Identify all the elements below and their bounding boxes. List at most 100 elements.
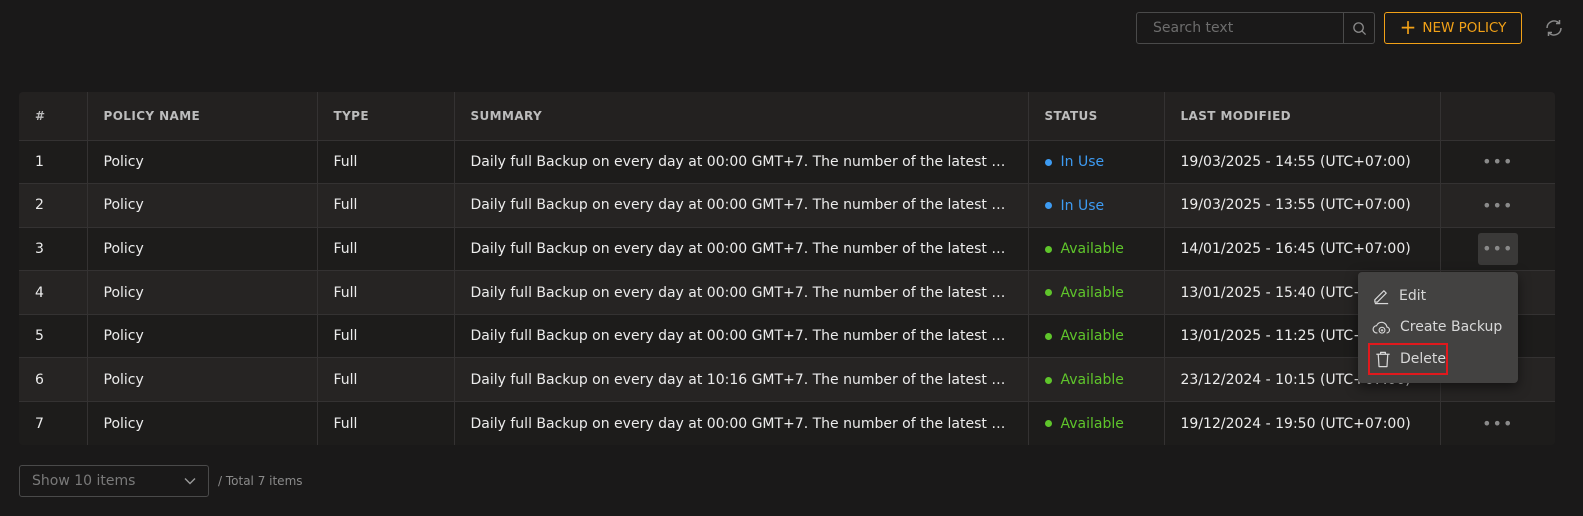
new-policy-label: NEW POLICY [1422, 20, 1507, 36]
cell-number: 6 [19, 357, 88, 403]
cell-summary: Daily full Backup on every day at 00:00 … [454, 401, 1029, 446]
menu-item-edit[interactable]: Edit [1358, 280, 1518, 312]
cell-policy-name: Policy [87, 140, 318, 185]
cell-last-modified: 19/03/2025 - 13:55 (UTC+07:00) [1164, 183, 1441, 228]
header-number: # [19, 92, 88, 141]
more-horizontal-icon: ••• [1482, 414, 1514, 434]
more-horizontal-icon: ••• [1482, 152, 1514, 172]
status-dot-icon [1044, 420, 1052, 428]
more-horizontal-icon: ••• [1482, 239, 1514, 259]
search-icon [1352, 21, 1366, 35]
cell-status: Available [1028, 227, 1165, 272]
table-row[interactable]: 5 Policy Full Daily full Backup on every… [19, 314, 1555, 359]
more-horizontal-icon: ••• [1482, 195, 1514, 215]
cell-status: Available [1028, 357, 1165, 403]
cell-number: 7 [19, 401, 88, 446]
cell-status: In Use [1028, 183, 1165, 228]
new-policy-button[interactable]: + NEW POLICY [1384, 12, 1522, 44]
more-actions-button[interactable]: ••• [1478, 146, 1518, 178]
cell-actions: ••• [1440, 183, 1555, 228]
cell-type: Full [317, 183, 455, 228]
menu-item-delete-label: Delete [1400, 351, 1446, 367]
search-button[interactable] [1343, 13, 1374, 43]
refresh-button[interactable] [1541, 15, 1567, 41]
pencil-icon [1374, 290, 1389, 305]
search-box [1136, 12, 1375, 44]
menu-item-delete[interactable]: Delete [1368, 343, 1448, 375]
table-row[interactable]: 2 Policy Full Daily full Backup on every… [19, 183, 1555, 228]
table-header-row: # POLICY NAME TYPE SUMMARY STATUS LAST M… [19, 92, 1555, 141]
status-label: In Use [1060, 197, 1105, 214]
trash-icon [1376, 351, 1390, 367]
pagination-footer: Show 10 items / Total 7 items [19, 465, 303, 497]
cell-type: Full [317, 357, 455, 403]
menu-item-edit-label: Edit [1399, 287, 1427, 304]
cell-last-modified: 19/12/2024 - 19:50 (UTC+07:00) [1164, 401, 1441, 446]
cell-last-modified: 19/03/2025 - 14:55 (UTC+07:00) [1164, 140, 1441, 185]
status-label: Available [1060, 284, 1124, 301]
cell-number: 5 [19, 314, 88, 359]
cell-summary: Daily full Backup on every day at 00:00 … [454, 314, 1029, 359]
status-badge: Available [1044, 328, 1124, 345]
cell-status: Available [1028, 314, 1165, 359]
cell-summary: Daily full Backup on every day at 10:16 … [454, 357, 1029, 403]
status-badge: Available [1044, 372, 1124, 389]
cell-policy-name: Policy [87, 270, 318, 315]
status-label: Available [1060, 241, 1124, 258]
search-input[interactable] [1137, 13, 1343, 43]
cell-summary: Daily full Backup on every day at 00:00 … [454, 227, 1029, 272]
table-row[interactable]: 1 Policy Full Daily full Backup on every… [19, 140, 1555, 185]
table-row[interactable]: 7 Policy Full Daily full Backup on every… [19, 401, 1555, 446]
cell-type: Full [317, 314, 455, 359]
cell-type: Full [317, 140, 455, 185]
header-type: TYPE [317, 92, 455, 141]
cell-summary: Daily full Backup on every day at 00:00 … [454, 183, 1029, 228]
menu-item-create-backup-label: Create Backup [1400, 319, 1503, 336]
menu-item-create-backup[interactable]: Create Backup [1358, 312, 1518, 344]
cell-status: Available [1028, 270, 1165, 315]
cell-policy-name: Policy [87, 314, 318, 359]
status-badge: In Use [1044, 154, 1105, 171]
status-dot-icon [1044, 332, 1052, 340]
chevron-down-icon [184, 478, 196, 485]
cell-summary: Daily full Backup on every day at 00:00 … [454, 270, 1029, 315]
table-row[interactable]: 6 Policy Full Daily full Backup on every… [19, 357, 1555, 403]
cell-actions: ••• [1440, 401, 1555, 446]
status-badge: In Use [1044, 197, 1105, 214]
cell-policy-name: Policy [87, 227, 318, 272]
policy-table: # POLICY NAME TYPE SUMMARY STATUS LAST M… [19, 92, 1555, 446]
cell-number: 3 [19, 227, 88, 272]
cell-last-modified: 14/01/2025 - 16:45 (UTC+07:00) [1164, 227, 1441, 272]
page-size-select[interactable]: Show 10 items [19, 465, 209, 497]
cell-number: 2 [19, 183, 88, 228]
cell-type: Full [317, 401, 455, 446]
toolbar: + NEW POLICY [1136, 12, 1567, 44]
page-size-label: Show 10 items [32, 473, 136, 489]
cell-number: 4 [19, 270, 88, 315]
row-actions-menu: Edit Create Backup Delete [1358, 272, 1518, 383]
cell-policy-name: Policy [87, 401, 318, 446]
cell-type: Full [317, 227, 455, 272]
more-actions-button[interactable]: ••• [1477, 232, 1518, 265]
cell-status: Available [1028, 401, 1165, 446]
status-dot-icon [1044, 376, 1052, 384]
status-label: Available [1060, 328, 1124, 345]
cell-policy-name: Policy [87, 183, 318, 228]
cell-number: 1 [19, 140, 88, 185]
refresh-icon [1546, 20, 1562, 36]
cell-type: Full [317, 270, 455, 315]
cell-summary: Daily full Backup on every day at 00:00 … [454, 140, 1029, 185]
header-summary: SUMMARY [454, 92, 1029, 141]
status-badge: Available [1044, 415, 1124, 432]
status-label: Available [1060, 372, 1124, 389]
status-label: In Use [1060, 154, 1105, 171]
total-items-label: / Total 7 items [218, 474, 303, 488]
cell-status: In Use [1028, 140, 1165, 185]
header-actions [1440, 92, 1555, 141]
more-actions-button[interactable]: ••• [1478, 189, 1518, 221]
more-actions-button[interactable]: ••• [1478, 408, 1518, 440]
table-row[interactable]: 3 Policy Full Daily full Backup on every… [19, 227, 1555, 272]
status-label: Available [1060, 415, 1124, 432]
status-dot-icon [1044, 245, 1052, 253]
table-row[interactable]: 4 Policy Full Daily full Backup on every… [19, 270, 1555, 315]
